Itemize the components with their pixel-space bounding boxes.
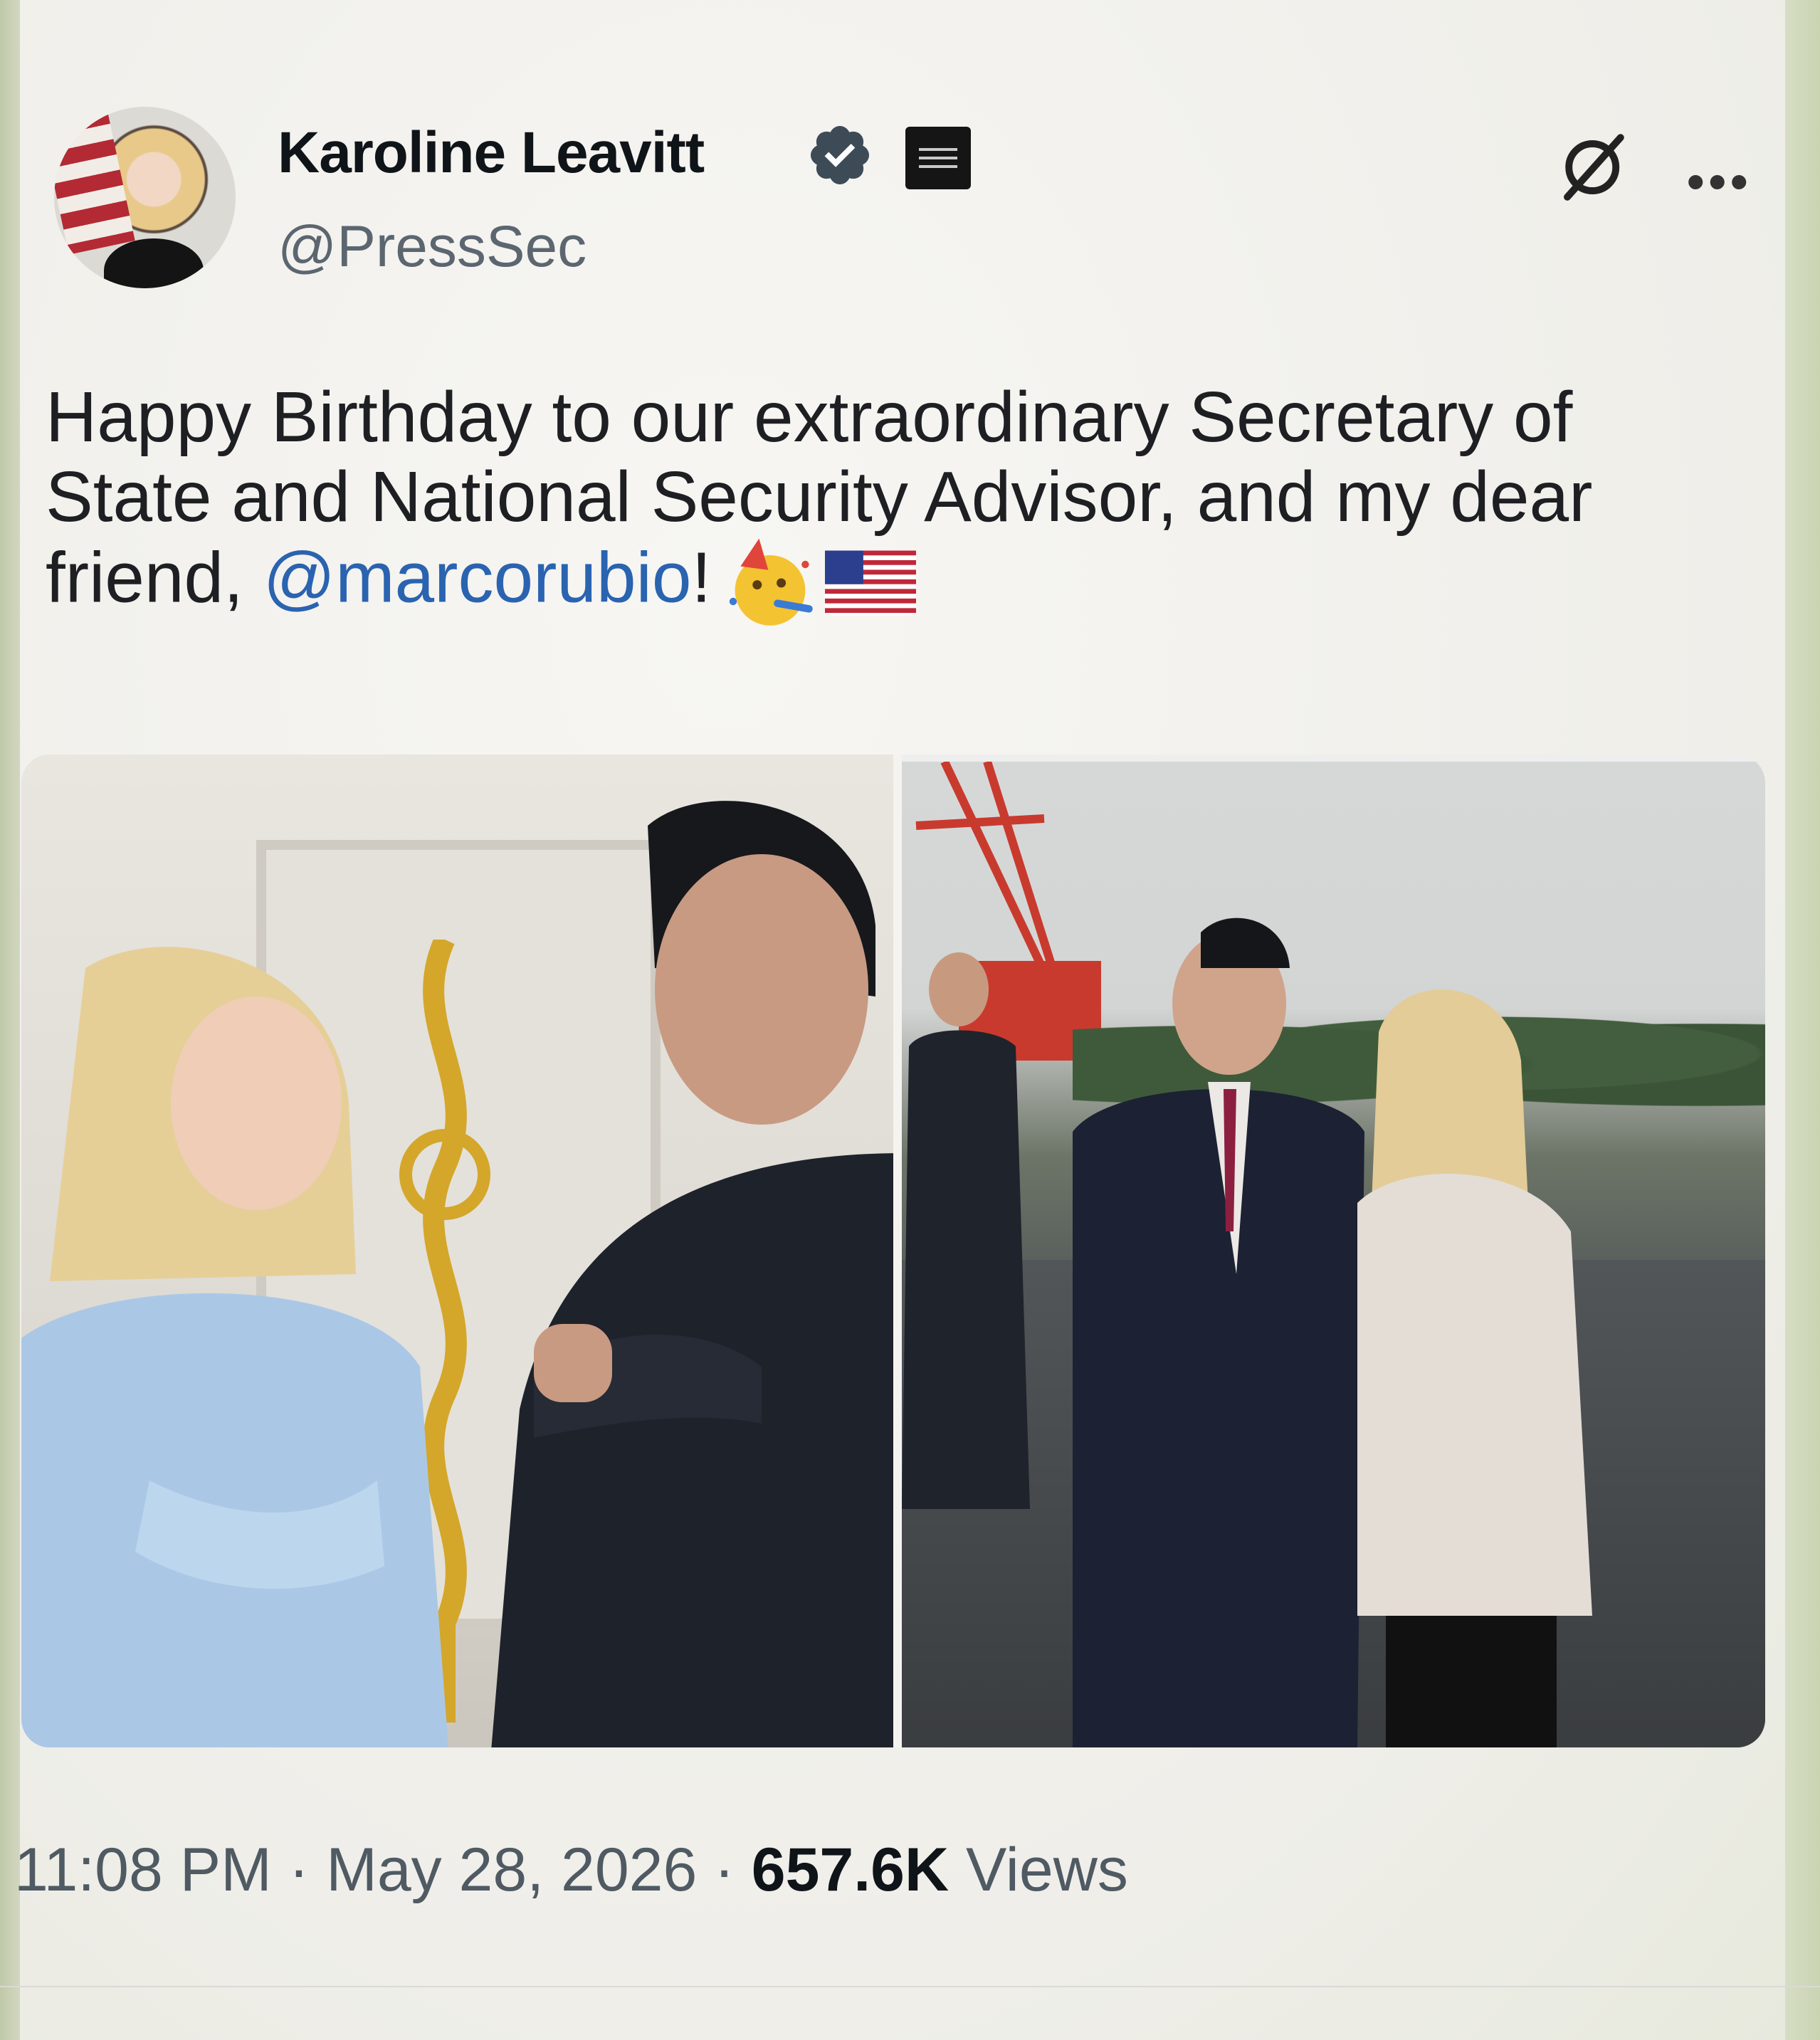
meta-separator: · [714,1836,735,1904]
views-count[interactable]: 657.6K [752,1836,949,1904]
photo-people-right [902,918,1592,1747]
affil-mark-line [919,148,957,151]
tweet-date[interactable]: May 28, 2026 [326,1836,697,1904]
tweet-media[interactable] [21,755,1765,1747]
more-options-icon[interactable]: ••• [1687,153,1752,210]
divider-line [0,1986,1820,1987]
mention-link[interactable]: @marcorubio [263,537,692,617]
photo-right[interactable] [902,762,1765,1747]
avatar-figure [104,238,204,288]
views-label: Views [966,1836,1128,1904]
meta-separator: · [288,1836,310,1904]
author-name[interactable]: Karoline Leavitt [278,120,705,186]
verified-badge-icon [811,126,869,184]
affil-mark-line [919,165,957,168]
author-handle[interactable]: @PressSec [278,214,586,280]
grok-icon[interactable] [1552,128,1630,206]
partying-face-emoji [730,538,814,626]
tweet-meta: 11:08 PM · May 28, 2026 · 657.6K Views [14,1835,1128,1905]
us-flag-emoji [825,550,917,616]
white-house-affiliation-icon[interactable] [905,127,971,189]
tweet-text: Happy Birthday to our extraordinary Secr… [46,377,1754,629]
media-divider [893,755,902,1747]
tweet-text-end: ! [691,537,712,618]
tweet-time[interactable]: 11:08 PM [14,1836,272,1904]
avatar-flag [54,108,135,255]
author-avatar[interactable] [54,107,236,288]
photo-left[interactable] [21,755,904,1747]
affil-mark-line [919,157,957,159]
photo-man-left [491,801,904,1747]
photo-woman-left [21,947,448,1747]
